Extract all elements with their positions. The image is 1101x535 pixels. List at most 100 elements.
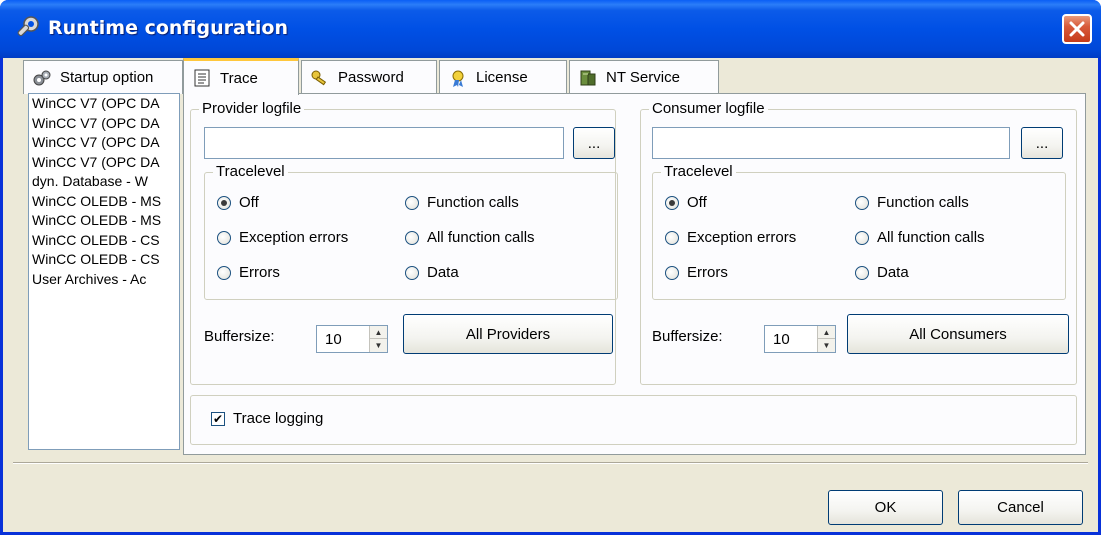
all-providers-button[interactable]: All Providers xyxy=(403,314,613,354)
provider-radio-errors[interactable]: Errors xyxy=(217,264,280,281)
provider-radio-exception-errors[interactable]: Exception errors xyxy=(217,229,348,246)
radio-icon xyxy=(405,230,419,245)
gears-icon xyxy=(33,70,51,85)
ok-button[interactable]: OK xyxy=(828,490,943,525)
radio-icon xyxy=(217,265,231,280)
provider-logfile-input[interactable] xyxy=(204,127,564,159)
list-item[interactable]: dyn. Database - W xyxy=(29,172,179,192)
provider-list[interactable]: WinCC V7 (OPC DA WinCC V7 (OPC DA WinCC … xyxy=(28,93,180,450)
consumer-radio-exception-errors[interactable]: Exception errors xyxy=(665,229,796,246)
provider-radio-all-function-calls[interactable]: All function calls xyxy=(405,229,535,246)
tab-label: Trace xyxy=(220,69,258,87)
consumer-radio-errors[interactable]: Errors xyxy=(665,264,728,281)
list-item[interactable]: WinCC OLEDB - CS xyxy=(29,231,179,251)
all-consumers-button[interactable]: All Consumers xyxy=(847,314,1069,354)
radio-icon xyxy=(665,265,679,280)
list-item[interactable]: WinCC OLEDB - CS xyxy=(29,250,179,270)
radio-icon xyxy=(405,195,419,210)
provider-radio-off[interactable]: Off xyxy=(217,194,259,211)
radio-icon xyxy=(665,195,679,210)
spin-up-icon[interactable]: ▲ xyxy=(370,326,387,339)
close-icon xyxy=(1069,21,1085,37)
provider-browse-button[interactable]: ... xyxy=(573,127,615,159)
consumer-tracelevel-title: Tracelevel xyxy=(661,163,736,180)
radio-icon xyxy=(405,265,419,280)
tab-license[interactable]: License xyxy=(439,60,567,94)
buffersize-value: 10 xyxy=(325,331,342,348)
radio-label: Off xyxy=(239,194,259,211)
radio-label: All function calls xyxy=(877,229,985,246)
radio-label: Data xyxy=(877,264,909,281)
consumer-tracelevel-group: Tracelevel Off Exception errors Errors F… xyxy=(652,163,1066,300)
notepad-icon xyxy=(194,69,210,87)
provider-radio-data[interactable]: Data xyxy=(405,264,459,281)
provider-tracelevel-group: Tracelevel Off Exception errors Errors F… xyxy=(204,163,618,300)
tab-startup-option[interactable]: Startup option xyxy=(23,60,183,94)
consumer-radio-function-calls[interactable]: Function calls xyxy=(855,194,969,211)
spin-down-icon[interactable]: ▼ xyxy=(818,339,835,352)
trace-panel: Provider logfile ... Tracelevel Off Exce… xyxy=(183,93,1086,455)
checkbox-label: Trace logging xyxy=(233,410,324,427)
radio-label: Exception errors xyxy=(687,229,797,246)
tab-nt-service[interactable]: NT Service xyxy=(569,60,719,94)
list-item[interactable]: WinCC OLEDB - MS xyxy=(29,192,179,212)
radio-label: Errors xyxy=(687,264,728,281)
certificate-icon xyxy=(452,70,464,87)
provider-tracelevel-title: Tracelevel xyxy=(213,163,288,180)
list-item[interactable]: WinCC OLEDB - MS xyxy=(29,211,179,231)
consumer-logfile-title: Consumer logfile xyxy=(649,100,768,117)
provider-logfile-title: Provider logfile xyxy=(199,100,305,117)
spin-up-icon[interactable]: ▲ xyxy=(818,326,835,339)
trace-logging-checkbox[interactable]: ✔ Trace logging xyxy=(211,410,323,427)
tab-trace[interactable]: Trace xyxy=(183,58,299,95)
provider-buffersize-label: Buffersize: xyxy=(204,328,275,345)
cancel-button[interactable]: Cancel xyxy=(958,490,1083,525)
window-title: Runtime configuration xyxy=(48,17,288,39)
consumer-radio-data[interactable]: Data xyxy=(855,264,909,281)
radio-label: Off xyxy=(687,194,707,211)
title-bar[interactable]: Runtime configuration xyxy=(0,0,1101,58)
consumer-logfile-group: Consumer logfile ... Tracelevel Off Exce… xyxy=(640,100,1077,385)
tab-label: Password xyxy=(338,69,404,86)
provider-buffersize-spinner[interactable]: 10 ▲ ▼ xyxy=(316,325,388,353)
radio-label: Errors xyxy=(239,264,280,281)
list-item[interactable]: WinCC V7 (OPC DA xyxy=(29,133,179,153)
provider-logfile-group: Provider logfile ... Tracelevel Off Exce… xyxy=(190,100,618,385)
radio-icon xyxy=(217,195,231,210)
spin-down-icon[interactable]: ▼ xyxy=(370,339,387,352)
keys-icon xyxy=(311,70,327,85)
radio-icon xyxy=(855,195,869,210)
server-icon xyxy=(580,70,596,85)
radio-label: Exception errors xyxy=(239,229,349,246)
wrench-icon xyxy=(17,16,39,37)
radio-label: Function calls xyxy=(427,194,519,211)
consumer-radio-off[interactable]: Off xyxy=(665,194,707,211)
close-button[interactable] xyxy=(1062,14,1092,44)
tab-password[interactable]: Password xyxy=(301,60,437,94)
list-item[interactable]: WinCC V7 (OPC DA xyxy=(29,114,179,134)
consumer-logfile-input[interactable] xyxy=(652,127,1010,159)
tab-label: License xyxy=(476,69,528,86)
checkmark-icon: ✔ xyxy=(211,411,225,426)
consumer-browse-button[interactable]: ... xyxy=(1021,127,1063,159)
radio-label: All function calls xyxy=(427,229,535,246)
separator xyxy=(13,462,1088,464)
list-item[interactable]: WinCC V7 (OPC DA xyxy=(29,94,179,114)
provider-radio-function-calls[interactable]: Function calls xyxy=(405,194,519,211)
consumer-buffersize-spinner[interactable]: 10 ▲ ▼ xyxy=(764,325,836,353)
radio-icon xyxy=(665,230,679,245)
tab-label: Startup option xyxy=(60,69,154,86)
trace-logging-group: ✔ Trace logging xyxy=(190,395,1077,445)
buffersize-value: 10 xyxy=(773,331,790,348)
runtime-configuration-dialog: Runtime configuration Startup option Tra… xyxy=(0,0,1101,535)
list-item[interactable]: User Archives - Ac xyxy=(29,270,179,290)
radio-label: Function calls xyxy=(877,194,969,211)
consumer-radio-all-function-calls[interactable]: All function calls xyxy=(855,229,985,246)
radio-label: Data xyxy=(427,264,459,281)
list-item[interactable]: WinCC V7 (OPC DA xyxy=(29,153,179,173)
radio-icon xyxy=(855,265,869,280)
tab-label: NT Service xyxy=(606,69,680,86)
consumer-buffersize-label: Buffersize: xyxy=(652,328,723,345)
radio-icon xyxy=(855,230,869,245)
radio-icon xyxy=(217,230,231,245)
